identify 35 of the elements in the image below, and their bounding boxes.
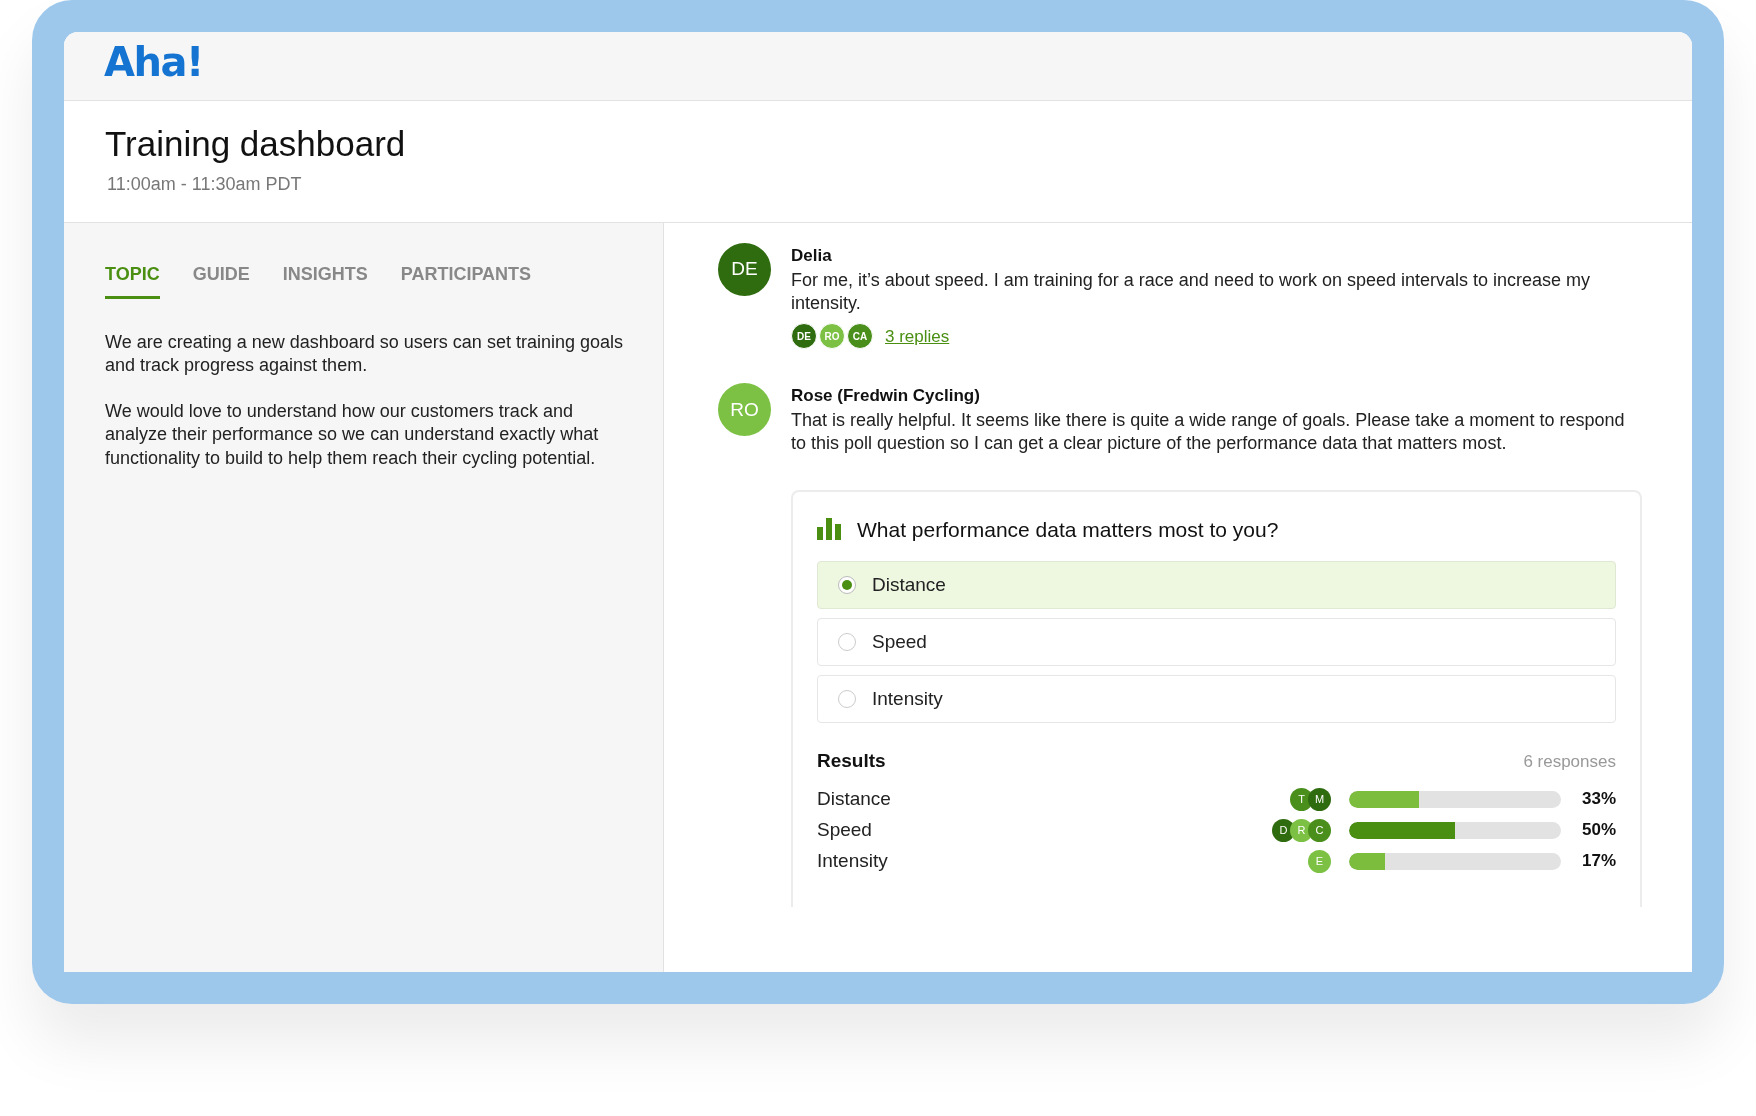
result-label: Speed bbox=[817, 817, 873, 842]
logo: Aha! bbox=[104, 39, 203, 85]
result-percent: 33% bbox=[1580, 788, 1616, 811]
voter-avatar: E bbox=[1308, 849, 1331, 873]
message-text: For me, it’s about speed. I am training for a race and need to work on speed intervals to increase my intensity. bbox=[791, 268, 1592, 315]
reply-avatar: DE bbox=[791, 323, 817, 350]
poll-question: What performance data matters most to you? bbox=[857, 516, 1279, 543]
results-heading: Results bbox=[817, 749, 886, 774]
tab[interactable]: TOPIC bbox=[105, 261, 160, 299]
author-name: Rose (Fredwin Cycling) bbox=[791, 385, 981, 408]
avatar: DE bbox=[718, 243, 771, 296]
result-percent: 50% bbox=[1580, 819, 1616, 842]
reply-avatar: CA bbox=[847, 323, 873, 350]
result-percent: 17% bbox=[1580, 850, 1616, 873]
reply-avatar: RO bbox=[819, 323, 845, 350]
tab[interactable]: PARTICIPANTS bbox=[400, 261, 532, 299]
bar-chart-icon bbox=[817, 518, 841, 541]
author-name: Delia bbox=[791, 245, 833, 267]
topic-paragraph: We are creating a new dashboard so users can set training goals and track progress against them. bbox=[105, 331, 624, 378]
topic-paragraph: We would love to understand how our customers track and analyze their performance so we can understand exactly what functionality to build to help them reach their cycling potential. bbox=[105, 399, 600, 470]
tab[interactable]: GUIDE bbox=[192, 261, 250, 299]
tab[interactable]: INSIGHTS bbox=[282, 261, 368, 299]
session-time: 11:00am - 11:30am PDT bbox=[107, 173, 303, 196]
replies-link[interactable]: 3 replies bbox=[885, 323, 950, 350]
avatar: RO bbox=[718, 383, 771, 437]
page-title: Training dashboard bbox=[105, 123, 407, 165]
poll-option[interactable]: Speed bbox=[817, 618, 1616, 667]
result-label: Intensity bbox=[817, 848, 889, 873]
poll-option[interactable]: Intensity bbox=[817, 675, 1616, 724]
voter-avatar: M bbox=[1308, 787, 1331, 811]
poll-option[interactable]: Distance bbox=[817, 561, 1616, 610]
response-count: 6 responses bbox=[1523, 750, 1616, 773]
message-text: That is really helpful. It seems like there is quite a wide range of goals. Please take a moment to respond to this poll question so I can get a clear picture of the performance data that matters most. bbox=[791, 408, 1626, 456]
voter-avatar: C bbox=[1308, 818, 1331, 842]
result-label: Distance bbox=[817, 786, 892, 811]
